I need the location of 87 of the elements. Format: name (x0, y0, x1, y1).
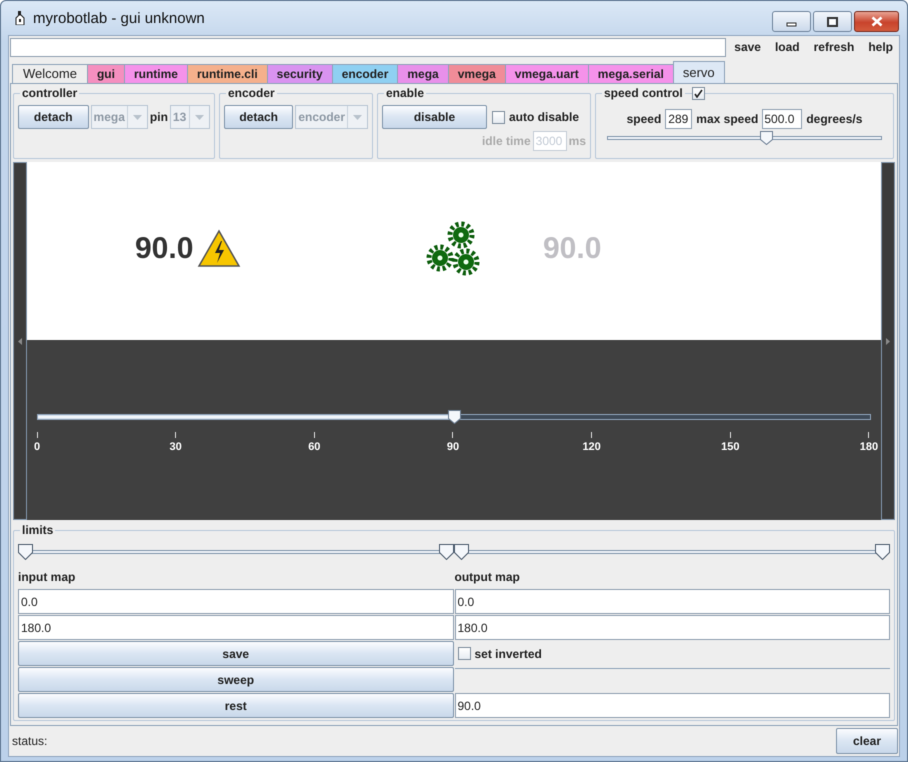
scroll-bar[interactable] (13, 162, 27, 520)
group-title: encoder (226, 86, 277, 100)
tick-mark (730, 432, 731, 438)
status-text: status: (12, 734, 48, 748)
tick-label: 0 (34, 441, 40, 453)
slider-thumb[interactable] (18, 544, 33, 560)
sweep-button[interactable]: sweep (18, 667, 454, 692)
label: max speed (696, 112, 758, 126)
warning-icon (197, 229, 242, 269)
tab[interactable]: servo (672, 61, 725, 83)
group-title: limits (20, 523, 56, 537)
label: input map (18, 569, 76, 586)
clear-button[interactable]: clear (836, 728, 898, 754)
group-title: enable (384, 86, 426, 100)
tick-mark (868, 432, 870, 438)
window-title: myrobotlab - gui unknown (33, 10, 206, 26)
tick-label: 150 (721, 441, 740, 453)
label: output map (454, 569, 521, 586)
range-slider[interactable] (454, 544, 890, 560)
input-field[interactable]: 0.0 (454, 589, 890, 614)
slider-thumb[interactable] (454, 544, 469, 560)
close-button[interactable] (854, 11, 899, 32)
slider-thumb[interactable] (760, 131, 773, 145)
tab[interactable]: vmega.uart (504, 64, 589, 83)
label: idle time (482, 134, 531, 148)
save-button[interactable]: save (18, 641, 454, 666)
tick-label: 60 (308, 441, 320, 453)
detach-button[interactable]: detach (224, 105, 294, 129)
tick-label: 120 (582, 441, 601, 453)
range-slider[interactable] (18, 544, 454, 560)
tab[interactable]: runtime (124, 64, 188, 83)
tick-mark (591, 432, 592, 438)
app-icon (15, 11, 25, 25)
maximize-icon (827, 16, 838, 26)
target-value: 90.0 (543, 232, 602, 266)
menu-item[interactable]: help (860, 40, 899, 54)
input-field[interactable]: 500.0 (762, 109, 802, 129)
input-field[interactable]: 180.0 (18, 615, 454, 640)
tab[interactable]: mega (397, 64, 449, 83)
position-value: 90.0 (135, 232, 194, 266)
caret-icon (194, 114, 204, 120)
input-field[interactable]: 90.0 (454, 693, 890, 718)
tab[interactable]: runtime.cli (186, 64, 268, 83)
group-title: controller (20, 86, 80, 100)
scroll-bar[interactable] (881, 162, 895, 520)
tab[interactable]: encoder (332, 64, 398, 83)
tick-mark (314, 432, 315, 438)
menu-item[interactable]: save (726, 40, 767, 54)
slider-thumb[interactable] (439, 544, 454, 560)
close-icon (870, 16, 882, 27)
caret-icon (132, 114, 142, 120)
menu-item[interactable]: refresh (806, 40, 860, 54)
tick-label: 90 (446, 441, 460, 453)
checkbox[interactable] (692, 86, 705, 100)
left-arrow-icon[interactable] (18, 338, 22, 344)
label: degrees/s (806, 112, 862, 126)
tab[interactable]: gui (86, 64, 125, 83)
tab[interactable]: security (266, 64, 333, 83)
maximize-button[interactable] (813, 11, 852, 32)
checkmark-icon (694, 88, 703, 98)
right-arrow-icon[interactable] (886, 338, 890, 344)
slider-thumb[interactable] (875, 544, 890, 560)
tick-label: 30 (170, 441, 182, 453)
input-field[interactable]: 180.0 (454, 615, 890, 640)
tick-mark (175, 432, 176, 438)
rest-button[interactable]: rest (18, 693, 454, 718)
input-field[interactable]: 0.0 (18, 589, 454, 614)
slider-thumb[interactable] (448, 410, 460, 424)
tick-mark (36, 432, 38, 438)
minimize-button[interactable] (772, 11, 811, 32)
label: pin (150, 110, 168, 124)
disable-button[interactable]: disable (382, 105, 487, 129)
tab[interactable]: vmega (448, 64, 506, 83)
caret-icon (353, 114, 362, 120)
input-field[interactable] (10, 38, 726, 56)
menu-item[interactable]: load (766, 40, 806, 54)
input-field[interactable]: 289 (665, 109, 692, 129)
tab[interactable]: Welcome (12, 64, 88, 83)
detach-button[interactable]: detach (18, 105, 89, 129)
checkbox[interactable]: set inverted (458, 646, 542, 660)
group-title: speed control (602, 86, 685, 100)
tick-label: 180 (860, 441, 878, 453)
label: speed (626, 112, 662, 126)
checkbox[interactable]: auto disable (492, 110, 580, 124)
tab[interactable]: mega.serial (588, 64, 674, 83)
label: ms (568, 134, 586, 148)
tick-mark (452, 432, 454, 438)
